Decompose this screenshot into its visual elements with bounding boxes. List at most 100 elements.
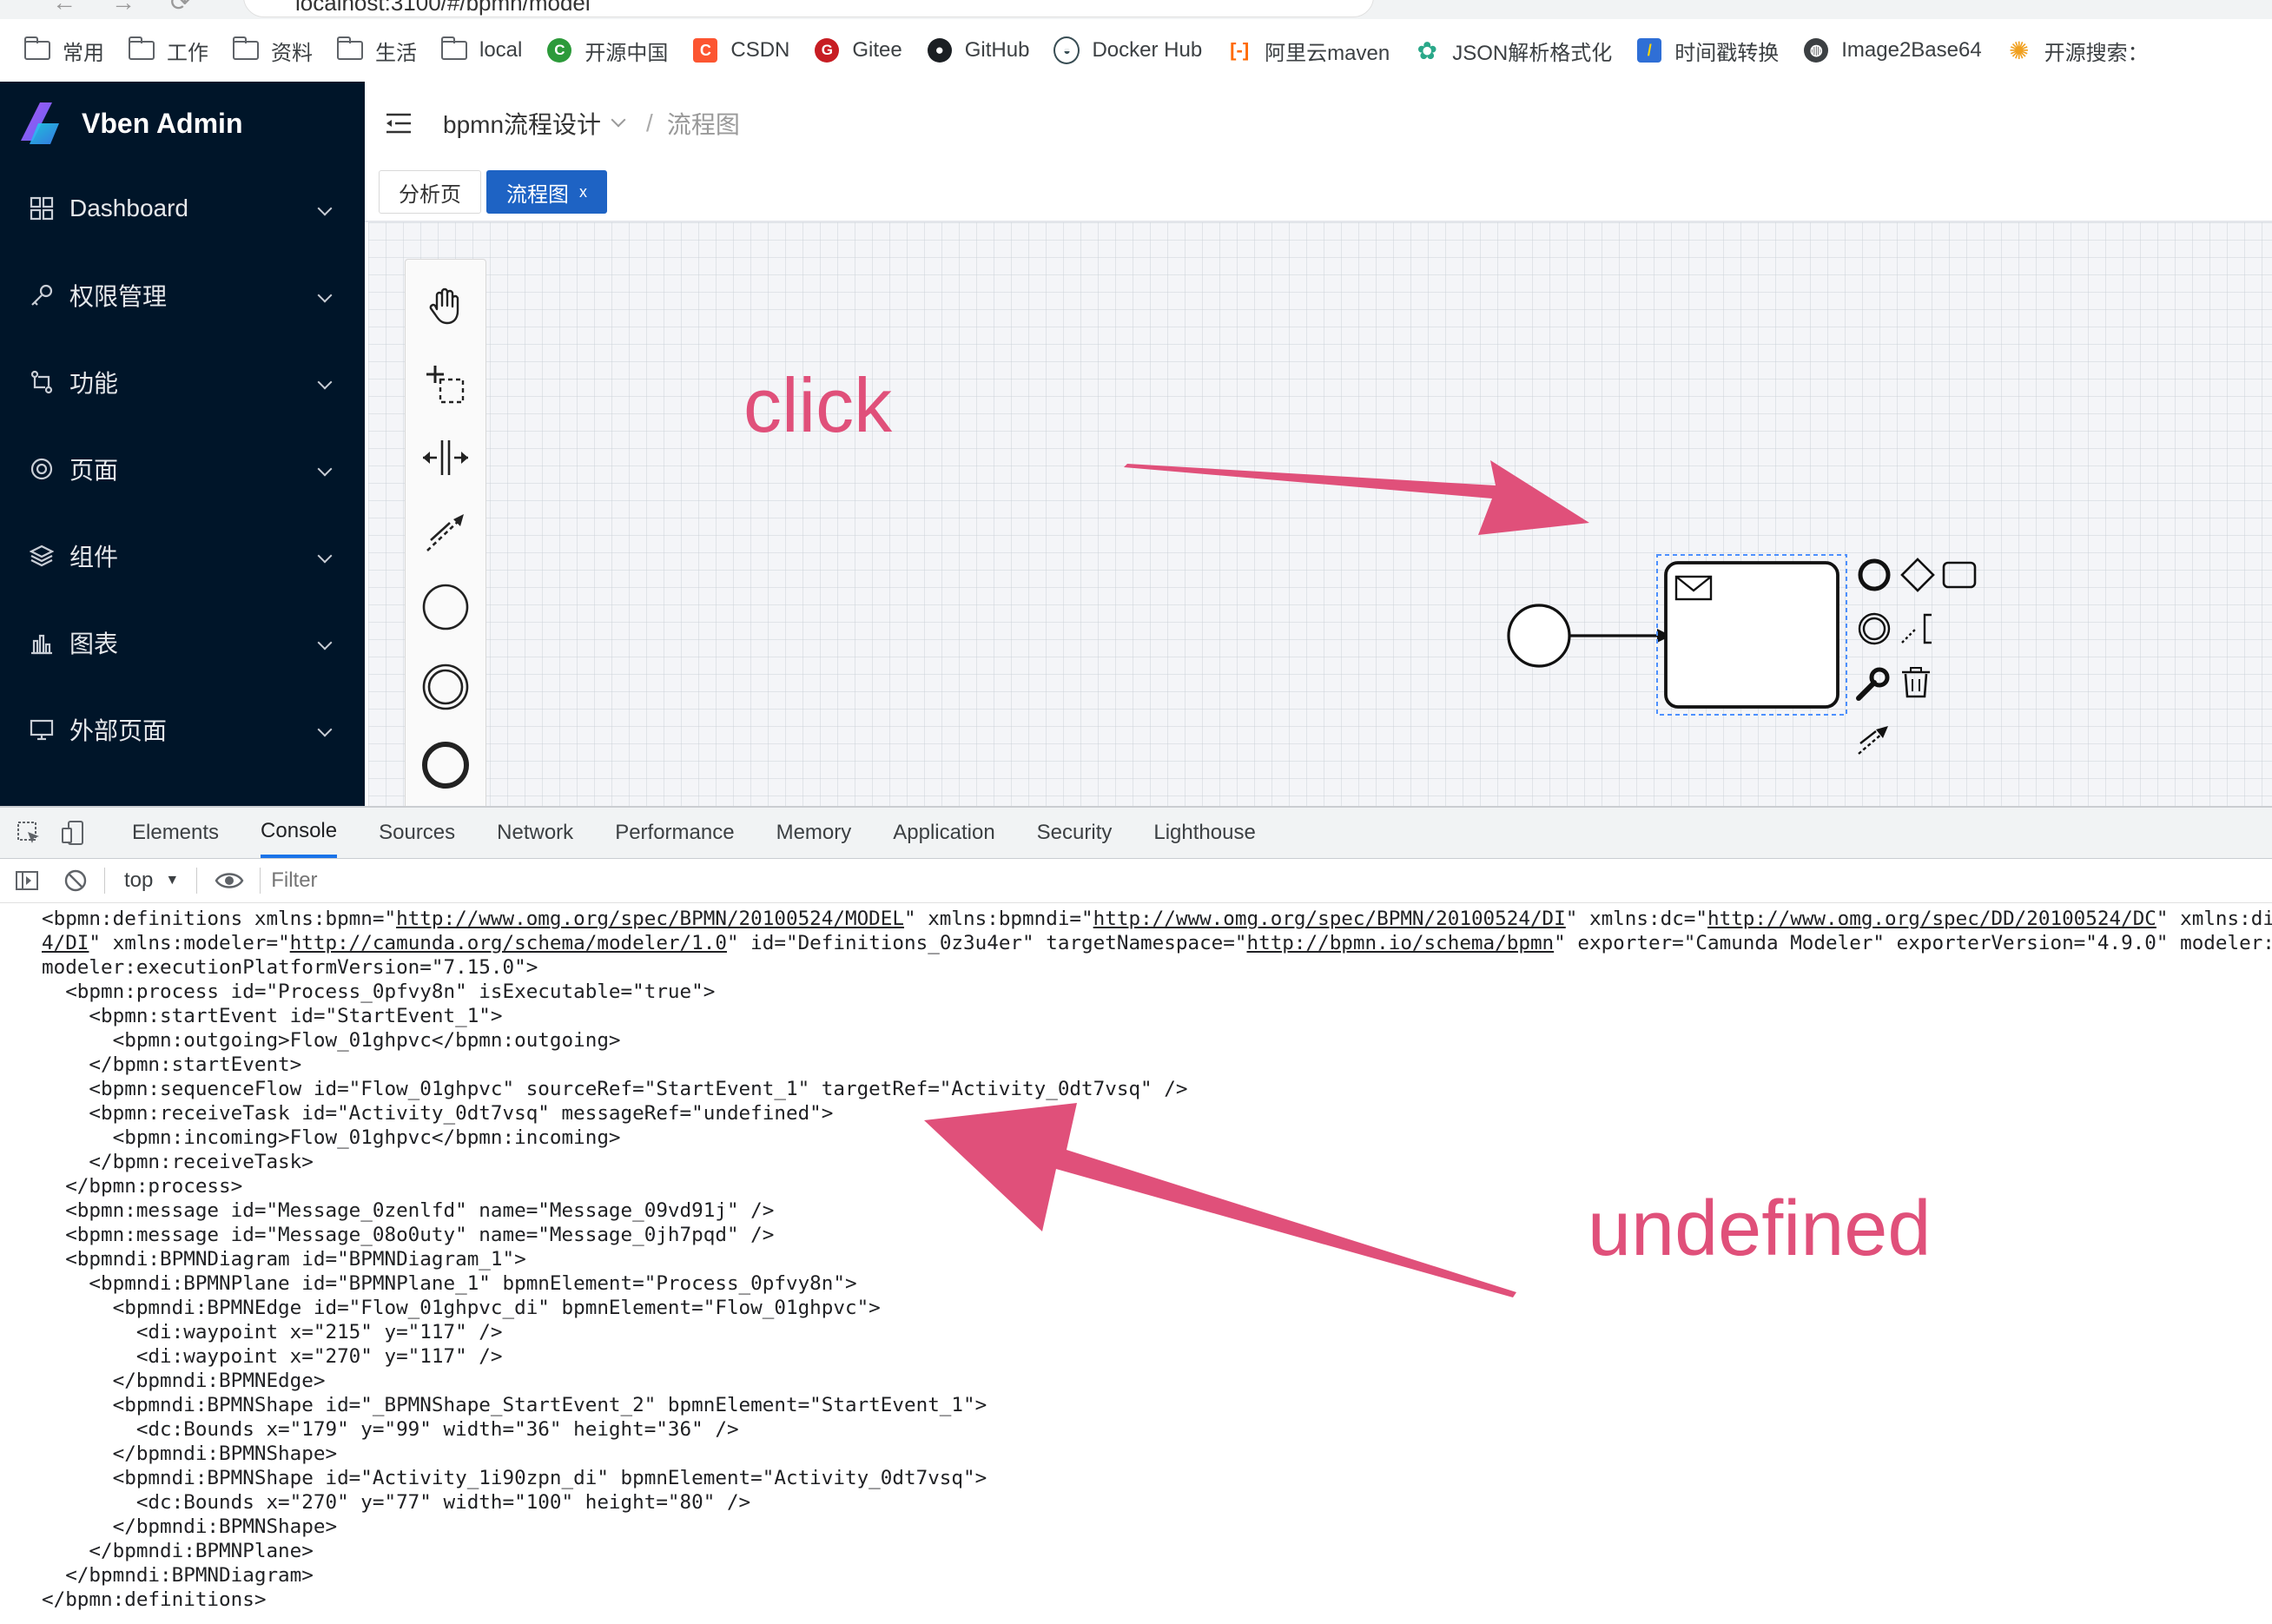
page-icon: [28, 455, 56, 483]
console-url[interactable]: http://www.omg.org/spec/BPMN/20100524/DI: [1093, 908, 1566, 930]
console-url[interactable]: http://www.omg.org/spec/BPMN/20100524/MO…: [396, 908, 904, 930]
console-filter-input[interactable]: [269, 868, 968, 894]
inspect-element-icon[interactable]: [16, 820, 42, 846]
chevron-down-icon: [317, 201, 333, 216]
wrench-icon[interactable]: [1856, 667, 1890, 701]
console-line: <bpmn:definitions xmlns:bpmn="http://www…: [0, 907, 2272, 931]
devtools-tab[interactable]: Memory: [776, 808, 852, 858]
console-text: <dc:Bounds x="270" y="77" width="100" he…: [42, 1491, 751, 1514]
context-dropdown-icon[interactable]: ▼: [165, 873, 179, 888]
device-toolbar-icon[interactable]: [61, 820, 87, 846]
console-text: <bpmn:sequenceFlow id="Flow_01ghpvc" sou…: [42, 1078, 1188, 1100]
console-url[interactable]: 4/DI: [42, 932, 89, 954]
bookmark-label: Image2Base64: [1841, 38, 1982, 62]
page-tabs: 分析页 流程图 x: [365, 165, 2272, 222]
bookmark-item[interactable]: 常用: [23, 36, 104, 66]
connect-icon[interactable]: [1858, 726, 1888, 755]
bookmark-item[interactable]: C CSDN: [692, 37, 789, 63]
append-intermediate-event-icon[interactable]: [1858, 612, 1891, 645]
console-text: </bpmndi:BPMNPlane>: [42, 1540, 314, 1562]
app-name: Vben Admin: [82, 107, 243, 139]
tab-close-icon[interactable]: x: [579, 183, 587, 201]
chevron-down-icon[interactable]: [611, 112, 626, 128]
devtools-tab[interactable]: Performance: [615, 808, 734, 858]
append-gateway-icon[interactable]: [1900, 558, 1935, 592]
devtools-tab[interactable]: Lighthouse: [1153, 808, 1255, 858]
devtools-tab[interactable]: Sources: [379, 808, 455, 858]
bookmark-item[interactable]: 资料: [232, 36, 313, 66]
console-text: " xmlns:bpmndi=": [904, 908, 1093, 930]
devtools-tab[interactable]: Application: [893, 808, 994, 858]
bookmark-item[interactable]: 工作: [128, 36, 208, 66]
console-text: <bpmn:message id="Message_0zenlfd" name=…: [42, 1199, 775, 1222]
sidebar-item[interactable]: 功能: [0, 339, 365, 426]
bookmark-item[interactable]: G Gitee: [814, 37, 902, 63]
sidebar-item[interactable]: Dashboard: [0, 165, 365, 252]
tab-flowchart[interactable]: 流程图 x: [486, 170, 607, 214]
console-line: </bpmndi:BPMNDiagram>: [0, 1563, 2272, 1588]
devtools-tab[interactable]: Network: [497, 808, 573, 858]
chevron-down-icon: [317, 635, 333, 650]
nav-buttons[interactable]: ←→⟳: [52, 0, 225, 17]
sidebar-item[interactable]: 组件: [0, 512, 365, 599]
bookmark-item[interactable]: 生活: [336, 36, 417, 66]
console-line: <bpmn:incoming>Flow_01ghpvc</bpmn:incomi…: [0, 1126, 2272, 1150]
console-text: </bpmn:definitions>: [42, 1588, 267, 1611]
sidebar: Vben Admin Dashboard 权限管理 功能 页面 组件 图表 外部页面: [0, 82, 365, 806]
start-event[interactable]: [1507, 604, 1571, 668]
docker-icon: ◒: [1053, 36, 1080, 64]
sidebar-item[interactable]: 页面: [0, 426, 365, 512]
timestamp-icon: /: [1636, 37, 1662, 63]
desktop-icon: [28, 716, 56, 743]
bookmark-item[interactable]: / 时间戳转换: [1636, 36, 1779, 66]
console-url[interactable]: http://www.omg.org/spec/DD/20100524/DC: [1707, 908, 2156, 930]
sidebar-item[interactable]: 权限管理: [0, 252, 365, 339]
text-annotation-icon[interactable]: [1901, 613, 1932, 644]
sidebar-item[interactable]: 外部页面: [0, 686, 365, 773]
console-text: <bpmndi:BPMNShape id="_BPMNShape_StartEv…: [42, 1394, 987, 1416]
clear-console-icon[interactable]: [63, 868, 89, 894]
bookmark-item[interactable]: [-] 阿里云maven: [1226, 36, 1390, 66]
bookmark-label: 时间戳转换: [1674, 41, 1780, 65]
bookmark-label: JSON解析格式化: [1452, 41, 1613, 65]
app-logo[interactable]: Vben Admin: [0, 82, 365, 165]
sidebar-item[interactable]: 图表: [0, 599, 365, 686]
menu-fold-icon[interactable]: [384, 109, 413, 138]
console-output[interactable]: <bpmn:definitions xmlns:bpmn="http://www…: [0, 907, 2272, 1624]
console-text: <bpmndi:BPMNEdge id="Flow_01ghpvc_di" bp…: [42, 1297, 881, 1319]
bookmark-item[interactable]: C 开源中国: [546, 36, 668, 66]
url-text[interactable]: localhost:3100/#/bpmn/model: [295, 0, 591, 17]
bookmark-item[interactable]: ● GitHub: [927, 37, 1030, 63]
bpmn-canvas[interactable]: click: [368, 222, 2272, 806]
console-text: modeler:executionPlatformVersion="7.15.0…: [42, 956, 538, 979]
console-text: </bpmndi:BPMNDiagram>: [42, 1564, 314, 1587]
console-url[interactable]: http://camunda.org/schema/modeler/1.0: [290, 932, 727, 954]
context-selector[interactable]: top: [124, 868, 153, 893]
console-line: </bpmn:startEvent>: [0, 1053, 2272, 1077]
devtools-tab[interactable]: Console: [261, 808, 338, 858]
folder-icon: [336, 36, 363, 63]
sidebar-menu: Dashboard 权限管理 功能 页面 组件 图表 外部页面: [0, 165, 365, 773]
devtools-tab[interactable]: Elements: [132, 808, 219, 858]
breadcrumb-parent[interactable]: bpmn流程设计: [443, 106, 601, 141]
devtools-tabs: Elements Console Sources Network Performance…: [132, 808, 1298, 858]
bookmark-item[interactable]: ◒ Docker Hub: [1053, 36, 1202, 64]
bookmark-label: GitHub: [964, 38, 1030, 62]
sidebar-toggle-icon[interactable]: [14, 868, 40, 894]
console-url[interactable]: http://bpmn.io/schema/bpmn: [1246, 932, 1554, 954]
bookmark-item[interactable]: ✺ 开源搜索：: [2006, 36, 2149, 66]
devtools-tab[interactable]: Security: [1037, 808, 1113, 858]
trash-icon[interactable]: [1902, 667, 1930, 698]
main-header: bpmn流程设计 / 流程图: [365, 82, 2272, 166]
append-task-icon[interactable]: [1942, 561, 1977, 589]
bookmark-item[interactable]: ✿ JSON解析格式化: [1414, 36, 1612, 66]
console-line: 4/DI" xmlns:modeler="http://camunda.org/…: [0, 931, 2272, 955]
envelope-icon: [1674, 575, 1713, 601]
tab-analysis[interactable]: 分析页: [379, 170, 481, 214]
bookmark-item[interactable]: ◍ Image2Base64: [1803, 37, 1982, 63]
console-text: <bpmn:startEvent id="StartEvent_1">: [42, 1005, 503, 1027]
breadcrumb-current: 流程图: [666, 111, 740, 138]
live-expression-eye-icon[interactable]: [215, 870, 244, 891]
append-end-event-icon[interactable]: [1858, 558, 1891, 591]
bookmark-item[interactable]: local: [440, 36, 522, 63]
